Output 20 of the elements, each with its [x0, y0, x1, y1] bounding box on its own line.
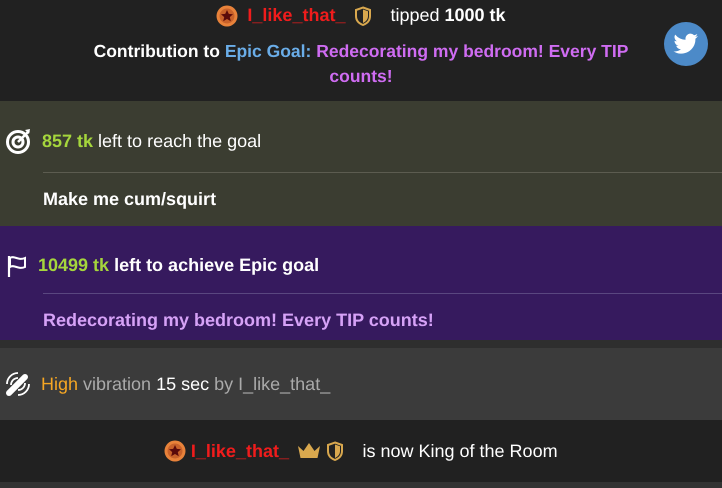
tip-text: tipped 1000 tk [390, 4, 506, 27]
vibration-text: High vibration 15 sec by I_like_that_ [41, 372, 330, 396]
star-badge-icon [164, 440, 186, 462]
username: I_like_that_ [247, 4, 346, 27]
goal-title: Make me cum/squirt [42, 188, 218, 211]
shield-icon [354, 6, 372, 26]
goal-title: Redecorating my bedroom! Every TIP counts! [42, 309, 435, 332]
crown-icon [297, 442, 322, 460]
contribution-text: Contribution to Epic Goal: Redecorating my bedroom! Every TIP counts! [92, 40, 630, 88]
bird-icon [673, 33, 699, 55]
star-badge-icon [216, 4, 238, 26]
target-icon [5, 127, 33, 155]
username: I_like_that_ [190, 440, 289, 462]
goal-status-text: 10499 tk left to achieve Epic goal [38, 254, 320, 277]
goal-status-text: 857 tk left to reach the goal [42, 130, 262, 153]
flag-icon [5, 254, 29, 278]
king-text: is now King of the Room [362, 440, 558, 463]
twitter-share-button[interactable] [664, 22, 708, 66]
shield-icon [326, 441, 344, 461]
vibrator-icon [4, 370, 32, 398]
